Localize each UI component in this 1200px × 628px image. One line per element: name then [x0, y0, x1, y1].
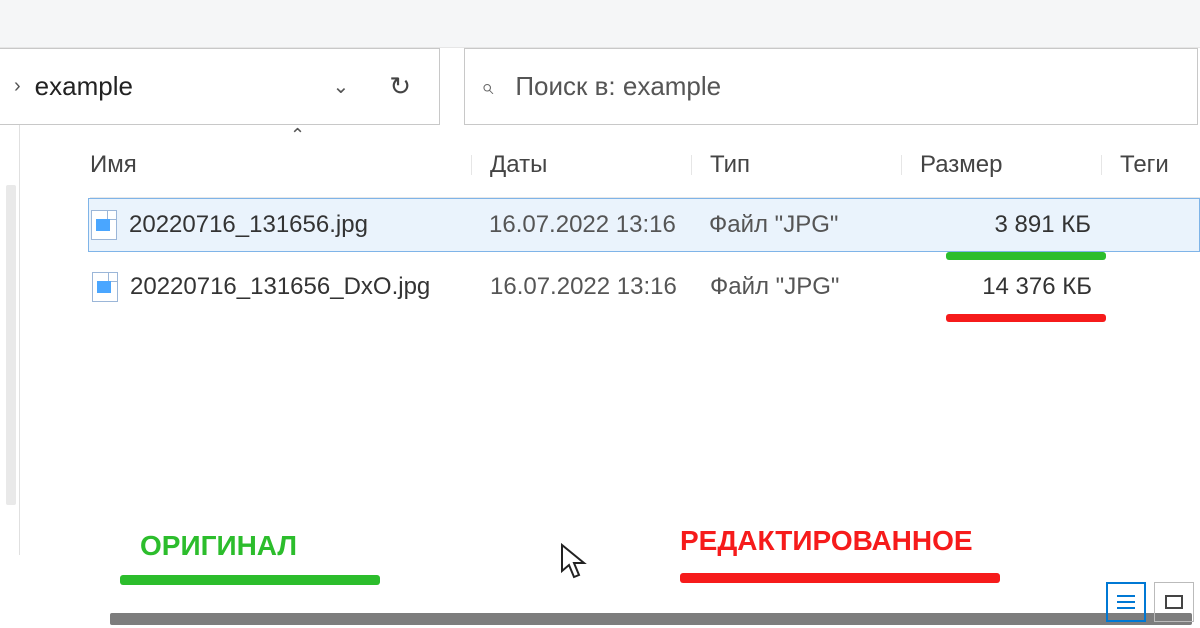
column-headers[interactable]: ⌃ Имя Даты Тип Размер Теги	[90, 125, 1200, 198]
annotation-original-underline	[120, 575, 380, 585]
annotation-underline-row	[90, 314, 1200, 322]
search-box[interactable]: ⌕ Поиск в: example	[464, 48, 1198, 125]
column-dates[interactable]: Даты	[490, 151, 710, 179]
file-size: 3 891 КБ	[919, 211, 1119, 239]
file-date: 16.07.2022 13:16	[490, 273, 710, 301]
nav-scrollbar[interactable]	[0, 125, 20, 555]
file-row[interactable]: 20220716_131656.jpg 16.07.2022 13:16 Фай…	[88, 198, 1200, 252]
toolbar: › example ⌄ ↻ ⌕ Поиск в: example	[0, 48, 1200, 125]
jpg-file-icon	[92, 272, 118, 302]
jpg-file-icon	[91, 210, 117, 240]
annotation-original-label: ОРИГИНАЛ	[140, 530, 297, 562]
size-underline-red	[946, 314, 1106, 322]
refresh-icon[interactable]: ↻	[371, 71, 429, 102]
details-view-button[interactable]	[1106, 582, 1146, 622]
content-area: ⌃ Имя Даты Тип Размер Теги 20220716_1316…	[0, 125, 1200, 555]
address-bar[interactable]: › example ⌄ ↻	[0, 48, 440, 125]
file-name: 20220716_131656.jpg	[129, 211, 368, 239]
sort-indicator-icon[interactable]: ⌃	[290, 125, 305, 146]
search-icon: ⌕	[481, 74, 493, 100]
file-date: 16.07.2022 13:16	[489, 211, 709, 239]
column-type[interactable]: Тип	[710, 151, 920, 179]
file-type: Файл "JPG"	[709, 211, 919, 239]
breadcrumb-chevron-icon[interactable]: ›	[0, 75, 35, 98]
file-type: Файл "JPG"	[710, 273, 920, 301]
size-underline-green	[946, 252, 1106, 260]
annotation-underline-row	[90, 252, 1200, 260]
column-tags[interactable]: Теги	[1120, 151, 1200, 179]
search-placeholder: Поиск в: example	[515, 71, 721, 102]
file-name: 20220716_131656_DxO.jpg	[130, 273, 430, 301]
file-row[interactable]: 20220716_131656_DxO.jpg 16.07.2022 13:16…	[90, 260, 1200, 314]
address-dropdown-icon[interactable]: ⌄	[310, 74, 371, 99]
horizontal-scrollbar[interactable]	[110, 613, 1192, 625]
column-name[interactable]: Имя	[90, 151, 490, 179]
annotation-edited-label: РЕДАКТИРОВАННОЕ	[680, 525, 973, 557]
titlebar-spacer	[0, 0, 1200, 48]
cursor-icon	[560, 543, 588, 590]
thumbnail-view-button[interactable]	[1154, 582, 1194, 622]
breadcrumb-current[interactable]: example	[35, 71, 311, 102]
annotation-edited-underline	[680, 573, 1000, 583]
file-list-pane: ⌃ Имя Даты Тип Размер Теги 20220716_1316…	[20, 125, 1200, 555]
file-size: 14 376 КБ	[920, 273, 1120, 301]
view-mode-buttons	[1106, 582, 1194, 622]
column-size[interactable]: Размер	[920, 151, 1120, 179]
